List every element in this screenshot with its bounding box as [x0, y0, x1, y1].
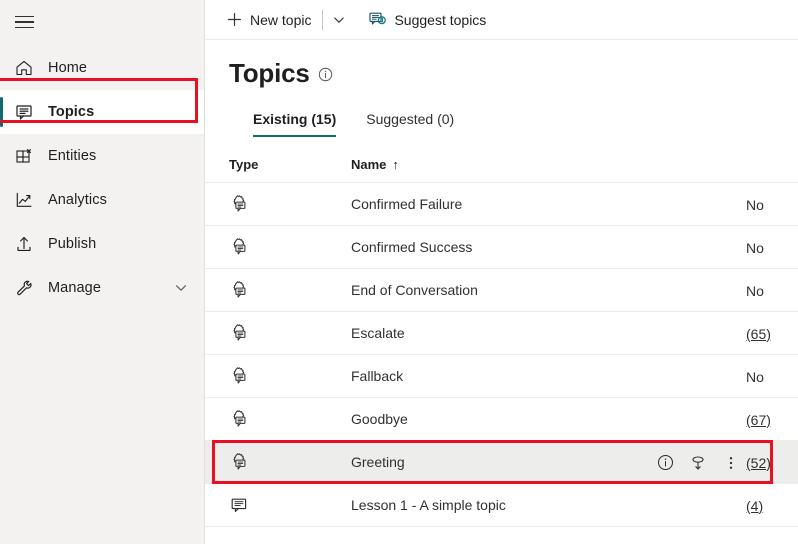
tab-existing[interactable]: Existing (15) — [253, 107, 354, 139]
sidebar-item-entities[interactable]: Entities — [0, 134, 204, 178]
system-topic-icon — [229, 237, 351, 257]
page-title: Topics — [229, 58, 310, 89]
command-bar: New topic — [205, 0, 798, 40]
sidebar-item-analytics[interactable]: Analytics — [0, 178, 204, 222]
wrench-icon — [0, 278, 48, 298]
new-topic-label: New topic — [250, 12, 311, 28]
chevron-down-icon — [332, 13, 346, 27]
entities-grid-icon — [0, 146, 48, 166]
trigger-phrases-value: (67) — [746, 412, 771, 428]
column-header-name[interactable]: Name ↑ — [351, 157, 798, 172]
sidebar: Home Topics — [0, 0, 205, 544]
table-row[interactable]: End of Conversation No — [205, 269, 798, 312]
system-topic-icon — [229, 409, 351, 429]
table-row[interactable]: Escalate (65) — [205, 312, 798, 355]
plus-icon — [226, 11, 243, 28]
trigger-phrases-cell: No — [738, 269, 798, 312]
table-body: Confirmed Failure No Confirmed Success — [205, 183, 798, 527]
sidebar-item-topics[interactable]: Topics — [0, 90, 204, 134]
trigger-phrases-value: (65) — [746, 326, 771, 342]
table-header-row: Type Name ↑ Trig — [205, 147, 798, 183]
sidebar-item-label: Topics — [48, 104, 94, 120]
topic-name[interactable]: Escalate — [351, 325, 798, 341]
sort-ascending-icon: ↑ — [392, 157, 399, 172]
sidebar-item-manage[interactable]: Manage — [0, 266, 204, 310]
command-bar-divider — [322, 10, 323, 30]
suggest-topics-button[interactable]: Suggest topics — [360, 4, 494, 36]
table-row[interactable]: Goodbye (67) — [205, 398, 798, 441]
new-topic-dropdown-button[interactable] — [326, 4, 352, 36]
trigger-phrases-cell: No — [738, 355, 798, 398]
page-title-row: Topics — [229, 58, 798, 89]
table-row[interactable]: Greeting (52) — [205, 441, 798, 484]
topic-name[interactable]: Fallback — [351, 368, 798, 384]
hamburger-menu-button[interactable] — [0, 0, 48, 44]
trigger-phrases-value: No — [746, 240, 764, 256]
tab-label: Existing (15) — [253, 111, 336, 127]
system-topic-icon — [229, 366, 351, 386]
column-header-type[interactable]: Type — [229, 157, 351, 172]
sidebar-item-label: Home — [48, 60, 87, 76]
app-root: Home Topics — [0, 0, 798, 544]
suggest-topics-icon — [368, 10, 387, 29]
new-topic-button[interactable]: New topic — [218, 4, 319, 36]
system-topic-icon — [229, 323, 351, 343]
trigger-phrases-value: No — [746, 369, 764, 385]
sidebar-item-label: Manage — [48, 280, 101, 296]
sidebar-item-label: Entities — [48, 148, 96, 164]
table-row[interactable]: Confirmed Failure No — [205, 183, 798, 226]
hamburger-icon — [15, 12, 34, 33]
row-actions — [656, 441, 740, 484]
system-topic-icon — [229, 194, 351, 214]
table-row[interactable]: Lesson 1 - A simple topic (4) — [205, 484, 798, 527]
trigger-phrases-cell: No — [738, 226, 798, 269]
trigger-phrases-value: (52) — [746, 455, 771, 471]
topic-name[interactable]: Confirmed Failure — [351, 196, 798, 212]
table-row[interactable]: Fallback No — [205, 355, 798, 398]
sidebar-item-home[interactable]: Home — [0, 46, 204, 90]
main-content: New topic — [205, 0, 798, 544]
trigger-phrases-cell: No — [738, 183, 798, 226]
topic-name[interactable]: Goodbye — [351, 411, 798, 427]
tab-suggested[interactable]: Suggested (0) — [354, 107, 466, 139]
sidebar-nav-list: Home Topics — [0, 46, 204, 310]
trigger-phrases-value: (4) — [746, 498, 763, 514]
details-info-icon[interactable] — [656, 454, 674, 472]
trigger-phrases-cell[interactable]: (4) — [738, 484, 798, 527]
table-row[interactable]: Confirmed Success No — [205, 226, 798, 269]
custom-topic-icon — [229, 495, 351, 515]
system-topic-icon — [229, 452, 351, 472]
trigger-phrases-cell[interactable]: (67) — [738, 398, 798, 441]
info-circle-icon[interactable] — [318, 67, 333, 82]
home-icon — [0, 58, 48, 78]
chevron-down-icon[interactable] — [174, 281, 188, 295]
topic-name[interactable]: Lesson 1 - A simple topic — [351, 497, 798, 513]
trigger-phrases-cell[interactable]: (65) — [738, 312, 798, 355]
trigger-phrases-value: No — [746, 283, 764, 299]
sidebar-item-label: Publish — [48, 236, 96, 252]
topic-name[interactable]: Confirmed Success — [351, 239, 798, 255]
speech-bubble-icon — [0, 102, 48, 122]
tab-list: Existing (15) Suggested (0) — [229, 107, 798, 139]
tab-label: Suggested (0) — [366, 111, 454, 127]
analytics-chart-icon — [0, 190, 48, 210]
system-topic-icon — [229, 280, 351, 300]
topic-name[interactable]: End of Conversation — [351, 282, 798, 298]
sidebar-item-label: Analytics — [48, 192, 107, 208]
page-header: Topics Existing (15) Suggested (0) — [205, 40, 798, 139]
suggest-topics-label: Suggest topics — [394, 12, 486, 28]
upload-arrow-icon — [0, 234, 48, 254]
trigger-phrases-value: No — [746, 197, 764, 213]
trigger-phrases-cell[interactable]: (52) — [738, 441, 798, 484]
publish-status-icon[interactable] — [689, 454, 707, 472]
sidebar-item-publish[interactable]: Publish — [0, 222, 204, 266]
column-header-name-label: Name — [351, 157, 386, 172]
topics-table: Type Name ↑ Trig Confirmed Failure — [205, 147, 798, 527]
